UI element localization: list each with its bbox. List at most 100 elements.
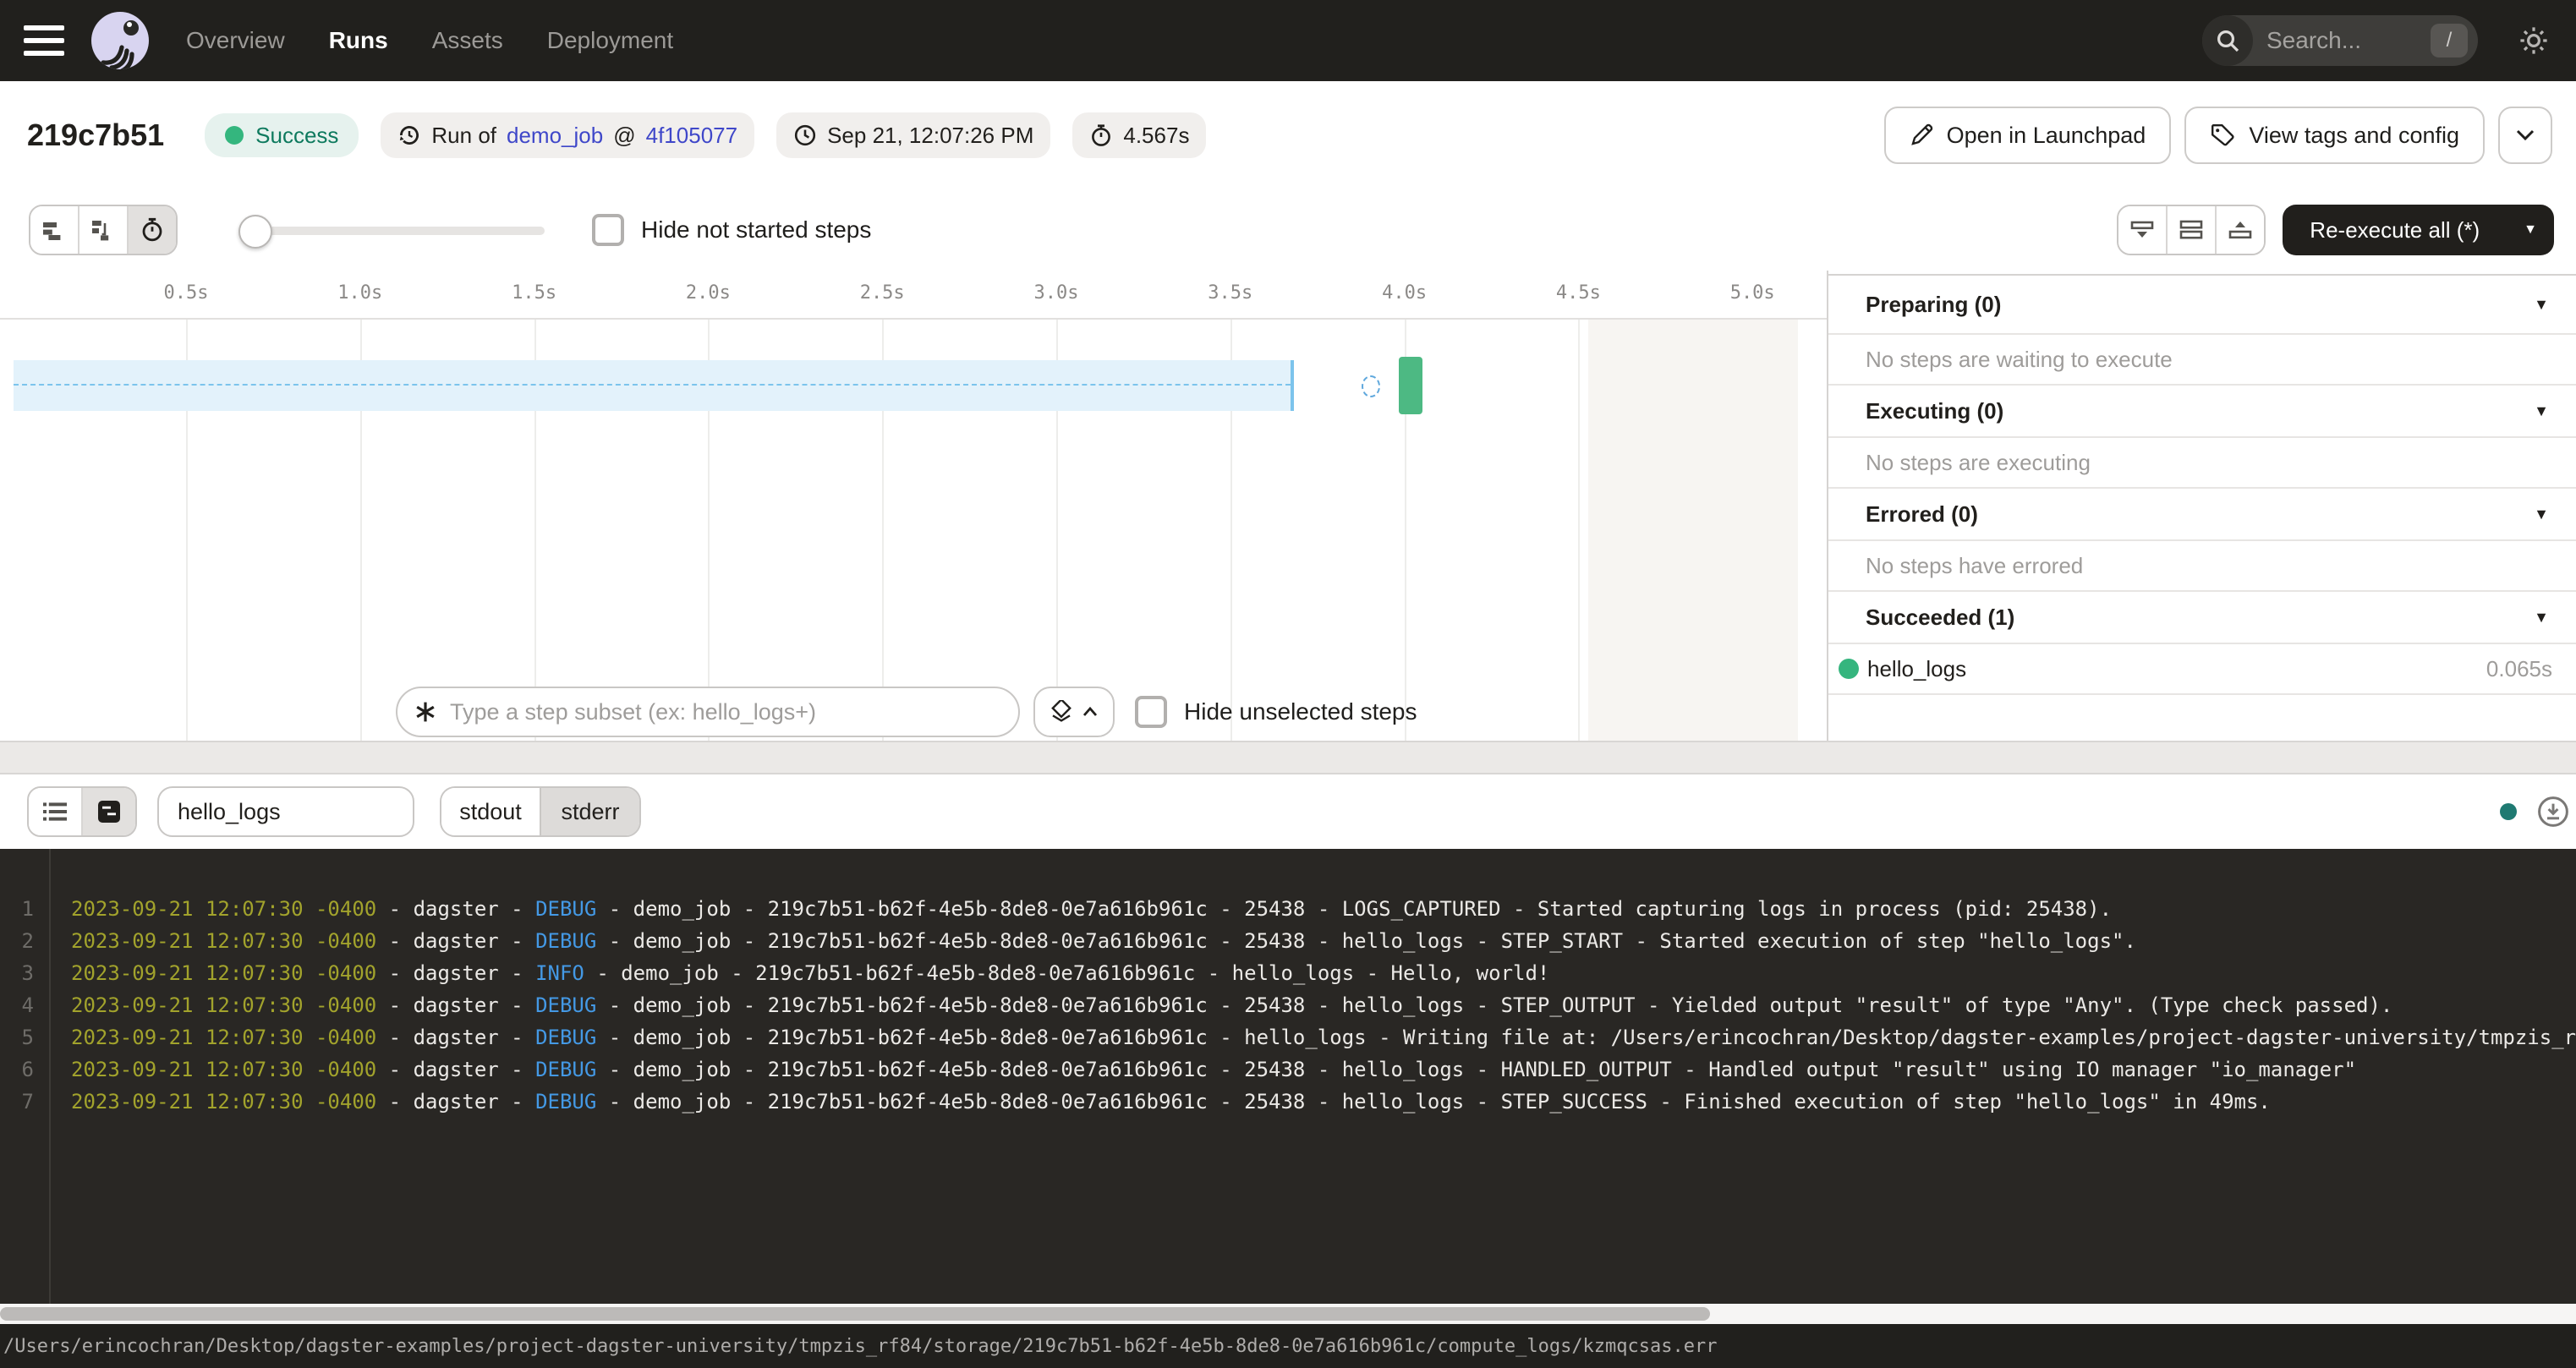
structured-log-button[interactable] bbox=[29, 788, 81, 835]
status-badge: Success bbox=[205, 113, 359, 157]
collapse-down-icon bbox=[2129, 219, 2155, 241]
log-horizontal-scrollbar bbox=[0, 1304, 2576, 1324]
nav-item-runs[interactable]: Runs bbox=[329, 27, 388, 54]
view-tags-config-label: View tags and config bbox=[2249, 123, 2459, 149]
caret-up-icon bbox=[1082, 707, 1098, 717]
pencil-icon bbox=[1910, 123, 1933, 147]
split-panels-button[interactable] bbox=[2166, 206, 2215, 254]
section-title: Errored (0) bbox=[1866, 501, 2534, 528]
log-line-2: 22023-09-21 12:07:30 -0400 - dagster - D… bbox=[0, 925, 2576, 957]
line-number: 7 bbox=[0, 1086, 34, 1118]
step-subset-placeholder: Type a step subset (ex: hello_logs+) bbox=[450, 699, 816, 725]
status-dot bbox=[225, 126, 244, 145]
gantt-zoom-slider[interactable] bbox=[238, 206, 545, 254]
search-input[interactable]: Search... / bbox=[2202, 15, 2478, 66]
flat-view-icon bbox=[41, 218, 67, 242]
logo-eye bbox=[123, 20, 139, 36]
collapse-up-icon bbox=[2228, 219, 2253, 241]
axis-tick-5.0s: 5.0s bbox=[1730, 282, 1775, 304]
section-header-succeeded[interactable]: Succeeded (1)▼ bbox=[1828, 592, 2576, 644]
section-title: Executing (0) bbox=[1866, 398, 2534, 424]
log-filter-input[interactable]: hello_logs bbox=[157, 786, 414, 837]
checkbox-box[interactable] bbox=[592, 214, 624, 246]
log-text: 2023-09-21 12:07:30 -0400 - dagster - IN… bbox=[71, 957, 1549, 989]
tab-stderr[interactable]: stderr bbox=[540, 788, 639, 835]
op-selector-icon bbox=[414, 701, 436, 723]
step-row-hello_logs[interactable]: hello_logs0.065s bbox=[1828, 644, 2576, 695]
nav-item-overview[interactable]: Overview bbox=[186, 27, 285, 54]
nav-items: Overview Runs Assets Deployment bbox=[186, 27, 673, 54]
chevron-down-icon bbox=[2516, 129, 2535, 141]
hamburger-icon[interactable] bbox=[24, 25, 64, 56]
slider-thumb[interactable] bbox=[238, 215, 272, 249]
raw-log-button[interactable] bbox=[81, 788, 135, 835]
log-line-7: 7 2023-09-21 12:07:30 -0400 - dagster - D… bbox=[0, 1086, 2576, 1118]
log-path-status-bar: /Users/erincochran/Desktop/dagster-examp… bbox=[0, 1324, 2576, 1368]
caret-down-icon[interactable]: ▼ bbox=[2534, 609, 2549, 627]
step-duration: 0.065s bbox=[2486, 656, 2552, 682]
log-toolbar: hello_logs stdoutstderr bbox=[0, 774, 2576, 849]
waiting-dotted-line bbox=[14, 384, 1291, 386]
hide-unselected-checkbox[interactable]: Hide unselected steps bbox=[1135, 696, 1417, 728]
nav-item-assets[interactable]: Assets bbox=[432, 27, 503, 54]
collapse-up-button[interactable] bbox=[2215, 206, 2264, 254]
slider-track bbox=[238, 227, 545, 235]
tab-stdout[interactable]: stdout bbox=[441, 788, 540, 835]
nav-item-deployment[interactable]: Deployment bbox=[547, 27, 673, 54]
split-panels-icon bbox=[2179, 219, 2204, 241]
at-symbol: @ bbox=[613, 123, 635, 149]
reexecute-caret-icon[interactable]: ▼ bbox=[2507, 222, 2554, 238]
job-link[interactable]: demo_job bbox=[507, 123, 603, 149]
axis-tick-2.5s: 2.5s bbox=[860, 282, 905, 304]
gear-icon[interactable] bbox=[2517, 24, 2551, 57]
run-actions-chevron-button[interactable] bbox=[2498, 107, 2552, 164]
reexecute-all-button[interactable]: Re-execute all (*) ▼ bbox=[2283, 205, 2554, 255]
timeline-axis: 0.5s1.0s1.5s2.0s2.5s3.0s3.5s4.0s4.5s5.0s bbox=[0, 271, 1827, 320]
step-subset-row: Type a step subset (ex: hello_logs+) bbox=[0, 687, 1827, 737]
hide-unselected-label: Hide unselected steps bbox=[1184, 698, 1417, 725]
run-header: 219c7b51 Success Run of demo_job @ 4f105… bbox=[0, 81, 2576, 189]
axis-tick-3.0s: 3.0s bbox=[1034, 282, 1079, 304]
caret-down-icon[interactable]: ▼ bbox=[2534, 402, 2549, 420]
caret-down-icon[interactable]: ▼ bbox=[2534, 506, 2549, 523]
caret-down-icon[interactable]: ▼ bbox=[2534, 296, 2549, 314]
section-header-preparing[interactable]: Preparing (0)▼ bbox=[1828, 276, 2576, 335]
axis-tick-2.0s: 2.0s bbox=[686, 282, 731, 304]
graph-query-toggle-button[interactable] bbox=[1033, 687, 1115, 737]
view-tags-config-button[interactable]: View tags and config bbox=[2184, 107, 2485, 164]
step-success-dot bbox=[1839, 659, 1859, 679]
collapse-down-button[interactable] bbox=[2118, 206, 2166, 254]
flat-view-button[interactable] bbox=[30, 206, 78, 254]
panel-layout-group bbox=[2117, 205, 2266, 255]
section-empty-message: No steps are executing bbox=[1828, 438, 2576, 489]
duration-tag: 4.567s bbox=[1072, 112, 1206, 158]
waterfall-view-button[interactable] bbox=[78, 206, 127, 254]
search-icon bbox=[2202, 15, 2253, 66]
log-line-1: 12023-09-21 12:07:30 -0400 - dagster - D… bbox=[0, 893, 2576, 925]
line-number: 1 bbox=[0, 893, 34, 925]
timed-view-button[interactable] bbox=[127, 206, 176, 254]
pane-splitter-handle[interactable] bbox=[0, 741, 2576, 774]
code-version-link[interactable]: 4f105077 bbox=[646, 123, 737, 149]
step-name: hello_logs bbox=[1867, 656, 2486, 682]
line-number: 4 bbox=[0, 989, 34, 1021]
log-line-5: 52023-09-21 12:07:30 -0400 - dagster - D… bbox=[0, 1021, 2576, 1053]
hide-not-started-label: Hide not started steps bbox=[641, 216, 871, 244]
waiting-span-bar bbox=[14, 360, 1294, 411]
hide-not-started-checkbox[interactable]: Hide not started steps bbox=[592, 214, 871, 246]
step-subset-input[interactable]: Type a step subset (ex: hello_logs+) bbox=[396, 687, 1020, 737]
log-text: 2023-09-21 12:07:30 -0400 - dagster - DE… bbox=[71, 989, 2392, 1021]
line-number: 6 bbox=[0, 1053, 34, 1086]
open-in-launchpad-button[interactable]: Open in Launchpad bbox=[1884, 107, 2172, 164]
download-icon[interactable] bbox=[2537, 796, 2569, 828]
log-line-4: 4 2023-09-21 12:07:30 -0400 - dagster - D… bbox=[0, 989, 2576, 1021]
section-header-errored[interactable]: Errored (0)▼ bbox=[1828, 489, 2576, 541]
dagster-logo[interactable] bbox=[91, 12, 149, 69]
scrollbar-thumb[interactable] bbox=[0, 1307, 1710, 1321]
checkbox-box[interactable] bbox=[1135, 696, 1167, 728]
gantt-pane: 0.5s1.0s1.5s2.0s2.5s3.0s3.5s4.0s4.5s5.0s bbox=[0, 271, 1828, 741]
section-header-executing[interactable]: Executing (0)▼ bbox=[1828, 386, 2576, 438]
log-text: 2023-09-21 12:07:30 -0400 - dagster - DE… bbox=[71, 1086, 2271, 1118]
step-bar-hello-logs[interactable] bbox=[1399, 357, 1422, 414]
compute-log-path: /Users/erincochran/Desktop/dagster-examp… bbox=[3, 1336, 1718, 1357]
